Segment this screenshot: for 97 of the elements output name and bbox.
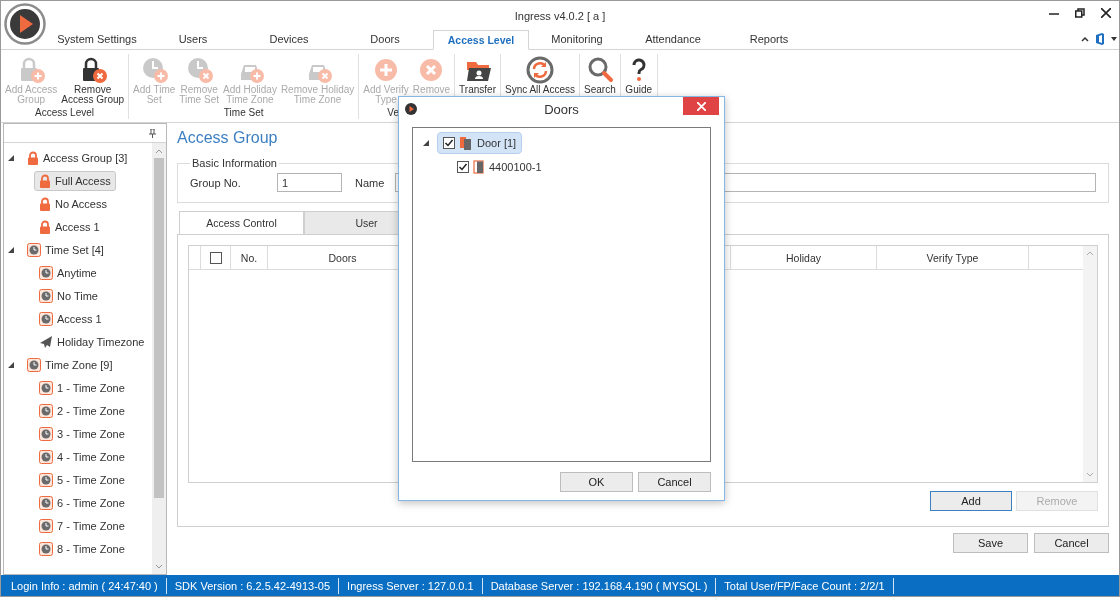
menu-tab[interactable]: Devices (241, 30, 337, 49)
tree-item[interactable]: Time Zone [9] (22, 354, 118, 375)
clock-icon (39, 426, 53, 441)
action-button[interactable]: Cancel (1034, 533, 1109, 553)
dialog-button[interactable]: OK (560, 472, 633, 492)
tree-item[interactable]: 3 - Time Zone (34, 423, 130, 444)
clock-icon (39, 472, 53, 487)
dropdown-icon[interactable] (1111, 37, 1117, 41)
group-label: Access Level (35, 107, 94, 118)
clock-icon (27, 357, 41, 372)
tree-item[interactable]: 4 - Time Zone (34, 446, 130, 467)
tree-item[interactable]: 2 - Time Zone (34, 400, 130, 421)
padlock-icon (39, 196, 51, 211)
clock-icon (39, 403, 53, 418)
status-text: Database Server : 192.168.4.190 ( MYSQL ) (482, 578, 717, 594)
field-label: Name (355, 176, 386, 189)
menu-tab[interactable]: Doors (337, 30, 433, 49)
clock-icon (39, 449, 53, 464)
dialog-button[interactable]: Cancel (638, 472, 711, 492)
restore-icon[interactable] (1075, 8, 1085, 18)
tree-item[interactable]: Holiday Timezone (34, 331, 150, 352)
clock-plus-icon (140, 56, 169, 84)
section-title: Basic Information (191, 157, 278, 169)
column-header[interactable]: Holiday (731, 246, 877, 269)
tree-item[interactable]: 7 - Time Zone (34, 515, 130, 536)
status-text: Ingress Server : 127.0.0.1 (339, 578, 483, 594)
column-header[interactable]: Verify Type (877, 246, 1029, 269)
field-label: Group No. (190, 176, 242, 189)
menu-tab[interactable]: Access Level (433, 30, 529, 50)
sync-icon (526, 56, 554, 84)
checkbox[interactable] (443, 137, 455, 149)
ribbon-button[interactable]: Remove Access Group (59, 54, 127, 105)
collapse-arrow-icon[interactable] (8, 154, 14, 161)
tab[interactable]: Access Control (179, 211, 304, 235)
airplane-icon (39, 334, 53, 349)
group-label: Time Set (223, 107, 264, 118)
clock-icon (39, 541, 53, 556)
tree-item[interactable]: 8 - Time Zone (34, 538, 130, 559)
close-button[interactable] (683, 97, 719, 115)
action-button[interactable]: Add (930, 491, 1012, 511)
door-icon (473, 160, 485, 174)
clock-icon (39, 311, 53, 326)
clock-icon (39, 380, 53, 395)
collapse-ribbon-icon[interactable] (1081, 36, 1089, 42)
menu-tab[interactable]: System Settings (49, 30, 145, 49)
logo-icon (405, 103, 417, 115)
tree-item[interactable]: 1 - Time Zone (34, 377, 130, 398)
status-text: SDK Version : 6.2.5.42-4913-05 (166, 578, 340, 594)
collapse-arrow-icon[interactable] (423, 140, 429, 146)
group-label: Ve (387, 107, 399, 118)
pin-icon[interactable] (149, 128, 156, 138)
ribbon-button[interactable]: Search (582, 54, 618, 95)
padlock-icon (39, 219, 51, 234)
page-title: Access Group (177, 129, 278, 146)
tree-item[interactable]: Access 1 (34, 216, 105, 237)
clock-icon (39, 495, 53, 510)
checkbox[interactable] (209, 251, 222, 264)
padlock-icon (27, 150, 39, 165)
padlock-icon (39, 173, 51, 188)
collapse-arrow-icon[interactable] (8, 361, 14, 368)
clock-icon (39, 265, 53, 280)
ribbon-button[interactable]: Sync All Access (503, 54, 577, 95)
clock-icon (39, 518, 53, 533)
tree-item[interactable]: Anytime (34, 262, 102, 283)
tree-item[interactable]: 6 - Time Zone (34, 492, 130, 513)
office-icon[interactable] (1095, 33, 1105, 45)
doors-icon (459, 136, 473, 150)
menu-tab[interactable]: Users (145, 30, 241, 49)
tree-item[interactable]: Full Access (34, 170, 116, 191)
clock-remove-icon (185, 56, 214, 84)
menu-tab[interactable]: Monitoring (529, 30, 625, 49)
menu-tab[interactable]: Reports (721, 30, 817, 49)
tree-item[interactable]: No Time (34, 285, 103, 306)
tree-item[interactable]: No Access (34, 193, 112, 214)
tree-item[interactable]: Time Set [4] (22, 239, 109, 260)
logo-icon (4, 3, 46, 45)
status-text: Login Info : admin ( 24:47:40 ) (3, 578, 167, 594)
action-button[interactable]: Save (953, 533, 1028, 553)
ribbon-button[interactable]: Transfer (457, 54, 498, 95)
checkbox[interactable] (457, 161, 469, 173)
tree-item[interactable]: Door [1] (437, 132, 523, 154)
column-header[interactable]: No. (231, 246, 268, 269)
dialog-title: Doors (544, 102, 579, 117)
close-icon (696, 101, 706, 111)
tree-item[interactable]: 4400100-1 (451, 156, 548, 178)
collapse-arrow-icon[interactable] (8, 246, 14, 253)
input-field[interactable]: 1 (277, 173, 342, 192)
clock-icon (27, 242, 41, 257)
tree-item[interactable]: Access Group [3] (22, 147, 133, 168)
tree-item[interactable]: 5 - Time Zone (34, 469, 130, 490)
close-icon[interactable] (1101, 8, 1111, 18)
clock-icon (39, 288, 53, 303)
tree-item[interactable]: Access 1 (34, 308, 107, 329)
status-text: Total User/FP/Face Count : 2/2/1 (716, 578, 894, 594)
menu-tab[interactable]: Attendance (625, 30, 721, 49)
ribbon-button[interactable]: Guide (622, 54, 655, 95)
window-title: Ingress v4.0.2 [ a ] (514, 9, 606, 22)
